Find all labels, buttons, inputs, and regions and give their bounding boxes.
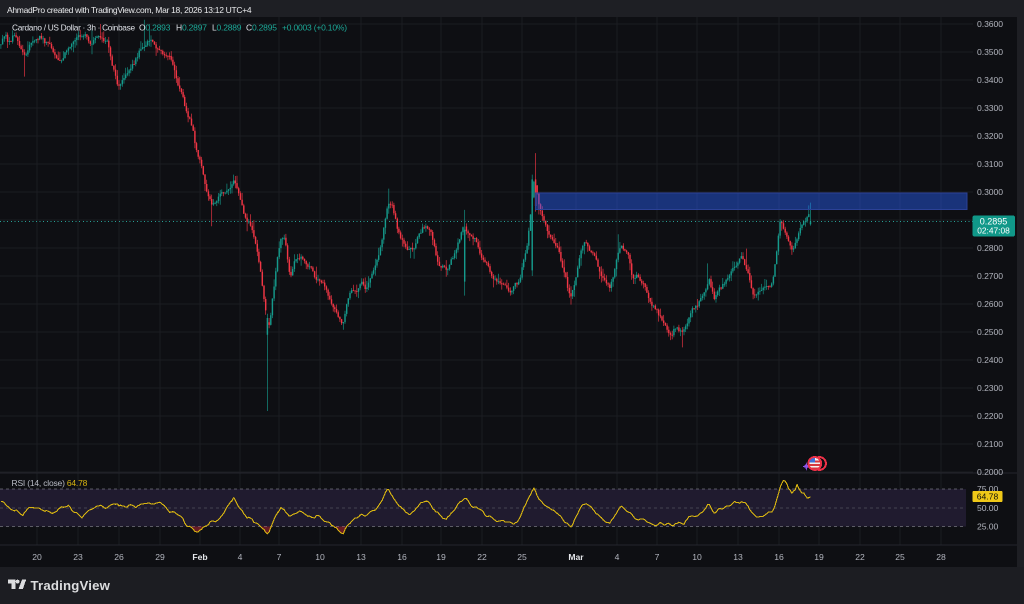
svg-text:22: 22: [855, 552, 865, 562]
svg-text:4: 4: [238, 552, 243, 562]
svg-text:28: 28: [936, 552, 946, 562]
svg-text:50.00: 50.00: [977, 503, 999, 513]
svg-text:0.3600: 0.3600: [977, 19, 1003, 29]
svg-text:19: 19: [436, 552, 446, 562]
svg-text:0.3400: 0.3400: [977, 75, 1003, 85]
svg-text:4: 4: [615, 552, 620, 562]
svg-text:20: 20: [32, 552, 42, 562]
svg-text:L0.2889: L0.2889: [212, 23, 242, 33]
svg-text:19: 19: [814, 552, 824, 562]
svg-text:0.2700: 0.2700: [977, 271, 1003, 281]
svg-text:22: 22: [477, 552, 487, 562]
svg-text:0.3000: 0.3000: [977, 187, 1003, 197]
svg-text:H0.2897: H0.2897: [176, 23, 207, 33]
svg-text:29: 29: [155, 552, 165, 562]
svg-text:0.2300: 0.2300: [977, 383, 1003, 393]
svg-text:23: 23: [73, 552, 83, 562]
svg-text:AhmadPro created with TradingV: AhmadPro created with TradingView.com, M…: [7, 5, 252, 15]
svg-text:0.2200: 0.2200: [977, 411, 1003, 421]
svg-text:Cardano / US Dollar · 3h · Coi: Cardano / US Dollar · 3h · Coinbase: [12, 23, 135, 33]
svg-text:0.3200: 0.3200: [977, 131, 1003, 141]
svg-text:02:47:08: 02:47:08: [977, 226, 1010, 236]
svg-text:0.2600: 0.2600: [977, 299, 1003, 309]
svg-text:Mar: Mar: [568, 552, 584, 562]
svg-text:25: 25: [517, 552, 527, 562]
svg-text:16: 16: [397, 552, 407, 562]
svg-text:C0.2895: C0.2895: [246, 23, 277, 33]
svg-text:10: 10: [692, 552, 702, 562]
svg-text:26: 26: [114, 552, 124, 562]
svg-text:+0.0003 (+0.10%): +0.0003 (+0.10%): [282, 23, 347, 33]
svg-text:13: 13: [733, 552, 743, 562]
svg-text:0.3500: 0.3500: [977, 47, 1003, 57]
svg-text:Feb: Feb: [192, 552, 207, 562]
svg-text:13: 13: [356, 552, 366, 562]
svg-text:O0.2893: O0.2893: [139, 23, 171, 33]
svg-text:64.78: 64.78: [977, 492, 999, 502]
svg-text:0.2100: 0.2100: [977, 439, 1003, 449]
svg-text:0.2500: 0.2500: [977, 327, 1003, 337]
svg-text:TradingView: TradingView: [31, 578, 111, 593]
svg-text:0.3100: 0.3100: [977, 159, 1003, 169]
svg-text:25: 25: [895, 552, 905, 562]
svg-text:7: 7: [277, 552, 282, 562]
svg-text:0.3300: 0.3300: [977, 103, 1003, 113]
svg-text:0.2800: 0.2800: [977, 243, 1003, 253]
svg-text:0.2400: 0.2400: [977, 355, 1003, 365]
svg-text:7: 7: [655, 552, 660, 562]
svg-text:10: 10: [315, 552, 325, 562]
svg-text:16: 16: [774, 552, 784, 562]
svg-text:RSI (14, close) 64.78: RSI (14, close) 64.78: [12, 478, 88, 488]
svg-text:25.00: 25.00: [977, 522, 999, 532]
svg-text:0.2000: 0.2000: [977, 467, 1003, 477]
